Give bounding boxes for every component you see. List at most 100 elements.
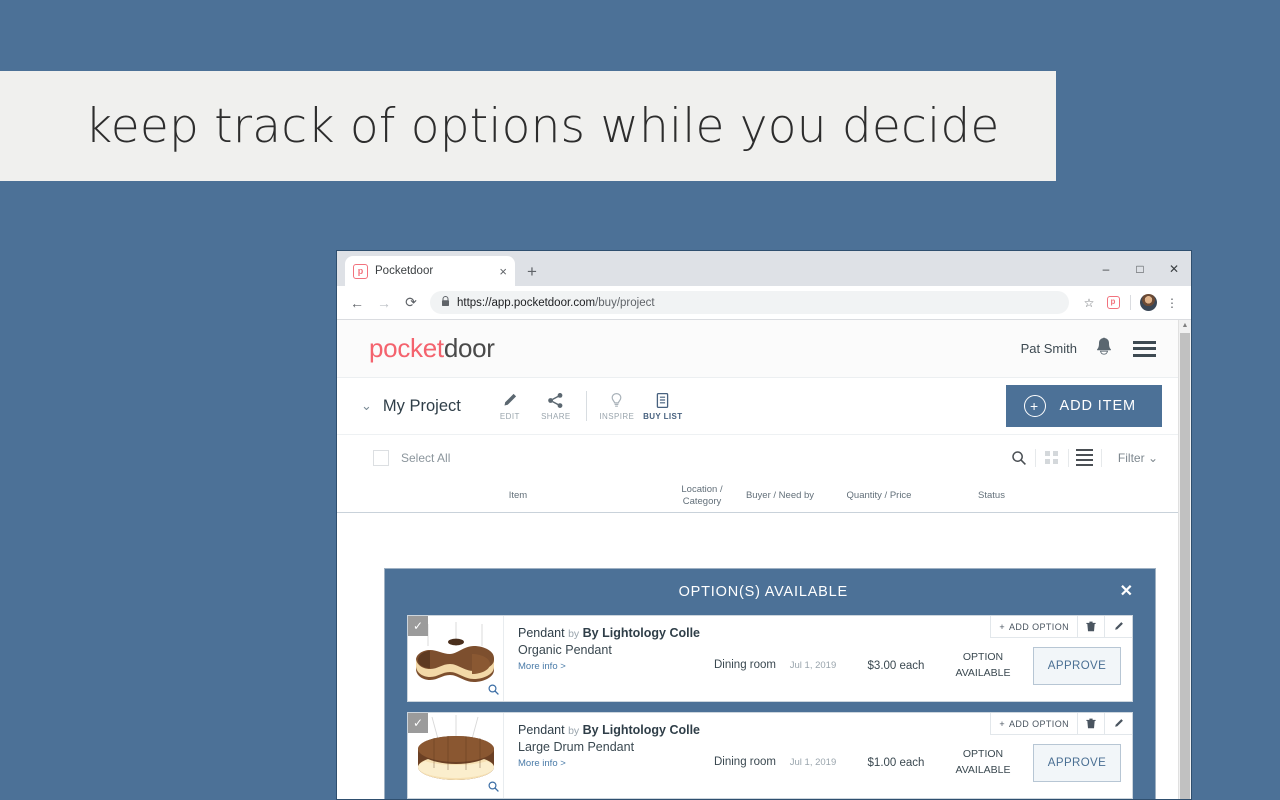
toolbar-divider xyxy=(585,391,587,421)
add-option-label: ADD OPTION xyxy=(1008,718,1069,729)
tool-share[interactable]: SHARE xyxy=(533,391,579,421)
tool-buy-list[interactable]: BUY LIST xyxy=(640,391,686,421)
zoom-thumbnail-icon[interactable] xyxy=(488,781,499,795)
back-icon[interactable]: ← xyxy=(345,291,369,315)
url-path: /buy/project xyxy=(595,296,655,309)
search-icon[interactable] xyxy=(1003,444,1035,472)
browser-toolbar-right: ☆ p ⋮ xyxy=(1078,292,1183,314)
select-all-label: Select All xyxy=(401,450,451,465)
page-scrollbar[interactable]: ▲ xyxy=(1178,320,1191,799)
option-row[interactable]: ✓ xyxy=(407,615,1133,702)
item-need-by: Jul 1, 2019 xyxy=(789,660,837,671)
row-actions: + ADD OPTION xyxy=(990,713,1132,735)
browser-window: p Pocketdoor × + – □ ✕ ← → ⟳ https://app… xyxy=(336,250,1192,800)
item-need-by: Jul 1, 2019 xyxy=(789,757,837,768)
edit-icon[interactable] xyxy=(1105,713,1132,734)
filter-dropdown[interactable]: Filter ⌄ xyxy=(1118,451,1158,465)
browser-toolbar: ← → ⟳ https://app.pocketdoor.com/buy/pro… xyxy=(337,286,1191,320)
column-header-location: Location / Category xyxy=(681,484,723,507)
add-option-button[interactable]: + ADD OPTION xyxy=(991,713,1078,734)
tool-share-label: SHARE xyxy=(541,412,571,421)
more-info-link[interactable]: More info > xyxy=(518,661,712,672)
pencil-icon xyxy=(501,391,518,409)
more-info-link[interactable]: More info > xyxy=(518,758,712,769)
tool-buy-list-label: BUY LIST xyxy=(643,412,683,421)
project-chevron-down-icon[interactable]: ⌄ xyxy=(361,398,372,414)
lock-icon xyxy=(441,295,450,310)
add-item-button[interactable]: + ADD ITEM xyxy=(1005,385,1162,427)
chevron-down-icon: ⌄ xyxy=(1147,450,1158,465)
item-brand: By Lightology Colle xyxy=(582,723,700,737)
add-option-button[interactable]: + ADD OPTION xyxy=(991,616,1078,637)
add-option-plus: + xyxy=(999,718,1005,729)
item-location: Dining room xyxy=(714,755,776,768)
headline-text: keep track of options while you decide xyxy=(85,98,1000,154)
web-page: pocketdoor Pat Smith ⌄ My Project EDIT S… xyxy=(337,320,1178,799)
item-thumbnail[interactable]: ✓ xyxy=(408,616,504,701)
list-view-icon[interactable] xyxy=(1069,444,1101,472)
item-thumbnail[interactable]: ✓ xyxy=(408,713,504,798)
row-actions: + ADD OPTION xyxy=(990,616,1132,638)
address-bar[interactable]: https://app.pocketdoor.com/buy/project xyxy=(430,291,1069,314)
document-icon xyxy=(654,391,671,409)
lightbulb-icon xyxy=(608,391,625,409)
edit-icon[interactable] xyxy=(1105,616,1132,637)
app-logo[interactable]: pocketdoor xyxy=(369,333,495,364)
add-option-label: ADD OPTION xyxy=(1008,621,1069,632)
browser-menu-icon[interactable]: ⋮ xyxy=(1161,292,1183,314)
browser-tab[interactable]: p Pocketdoor × xyxy=(345,256,515,286)
logo-part-door: door xyxy=(443,333,495,363)
maximize-icon[interactable]: □ xyxy=(1123,253,1157,285)
row-checkbox[interactable]: ✓ xyxy=(408,616,428,636)
row-checkbox[interactable]: ✓ xyxy=(408,713,428,733)
project-name[interactable]: My Project xyxy=(383,397,461,416)
filter-label: Filter xyxy=(1117,450,1145,465)
panel-header: OPTION(S) AVAILABLE ✕ xyxy=(385,569,1155,615)
app-menu-icon[interactable] xyxy=(1133,340,1156,357)
logo-part-pocket: pocket xyxy=(369,333,444,363)
forward-icon[interactable]: → xyxy=(372,291,396,315)
close-tab-icon[interactable]: × xyxy=(499,265,507,278)
new-tab-button[interactable]: + xyxy=(527,263,537,286)
column-header-item: Item xyxy=(508,490,528,502)
option-row[interactable]: ✓ xyxy=(407,712,1133,799)
share-icon xyxy=(547,391,564,409)
favicon-pocketdoor-icon: p xyxy=(353,263,368,279)
minimize-icon[interactable]: – xyxy=(1089,253,1123,285)
close-window-icon[interactable]: ✕ xyxy=(1157,253,1191,285)
tool-edit[interactable]: EDIT xyxy=(487,391,533,421)
scroll-up-icon[interactable]: ▲ xyxy=(1179,320,1191,332)
add-item-label: ADD ITEM xyxy=(1059,398,1136,414)
tool-inspire[interactable]: INSPIRE xyxy=(594,391,640,421)
url-scheme: https://app.pocketdoor.com xyxy=(457,296,596,309)
panel-title: OPTION(S) AVAILABLE xyxy=(678,584,848,600)
zoom-thumbnail-icon[interactable] xyxy=(488,684,499,698)
item-title: Large Drum Pendant xyxy=(518,740,635,754)
bookmark-star-icon[interactable]: ☆ xyxy=(1078,292,1100,314)
extension-letter: p xyxy=(1106,296,1120,309)
grid-view-icon[interactable] xyxy=(1036,444,1068,472)
approve-button[interactable]: APPROVE xyxy=(1033,646,1121,685)
tab-title: Pocketdoor xyxy=(375,265,434,277)
app-header: pocketdoor Pat Smith xyxy=(337,320,1178,378)
delete-icon[interactable] xyxy=(1078,616,1105,637)
approve-button[interactable]: APPROVE xyxy=(1033,743,1121,782)
add-option-plus: + xyxy=(999,621,1005,632)
controls-divider xyxy=(1100,448,1102,467)
profile-avatar[interactable] xyxy=(1137,292,1159,314)
table-header-row: Item Location / Category Buyer / Need by… xyxy=(337,480,1178,513)
item-category: Pendant xyxy=(518,723,565,737)
column-header-quantity: Quantity / Price xyxy=(846,490,912,502)
extension-pocketdoor-icon[interactable]: p xyxy=(1102,292,1124,314)
tool-inspire-label: INSPIRE xyxy=(599,412,635,421)
notification-bell-icon[interactable] xyxy=(1093,336,1115,361)
item-price: $3.00 each xyxy=(867,659,925,672)
options-available-panel: OPTION(S) AVAILABLE ✕ ✓ Pendant by By Li… xyxy=(384,568,1156,799)
close-panel-icon[interactable]: ✕ xyxy=(1120,584,1133,600)
delete-icon[interactable] xyxy=(1078,713,1105,734)
reload-icon[interactable]: ⟳ xyxy=(399,291,423,315)
scrollbar-thumb[interactable] xyxy=(1180,333,1190,799)
user-name-label: Pat Smith xyxy=(1020,341,1077,356)
item-info: Pendant by By Lightology Colle Organic P… xyxy=(504,616,712,701)
select-all-checkbox[interactable] xyxy=(373,449,389,466)
